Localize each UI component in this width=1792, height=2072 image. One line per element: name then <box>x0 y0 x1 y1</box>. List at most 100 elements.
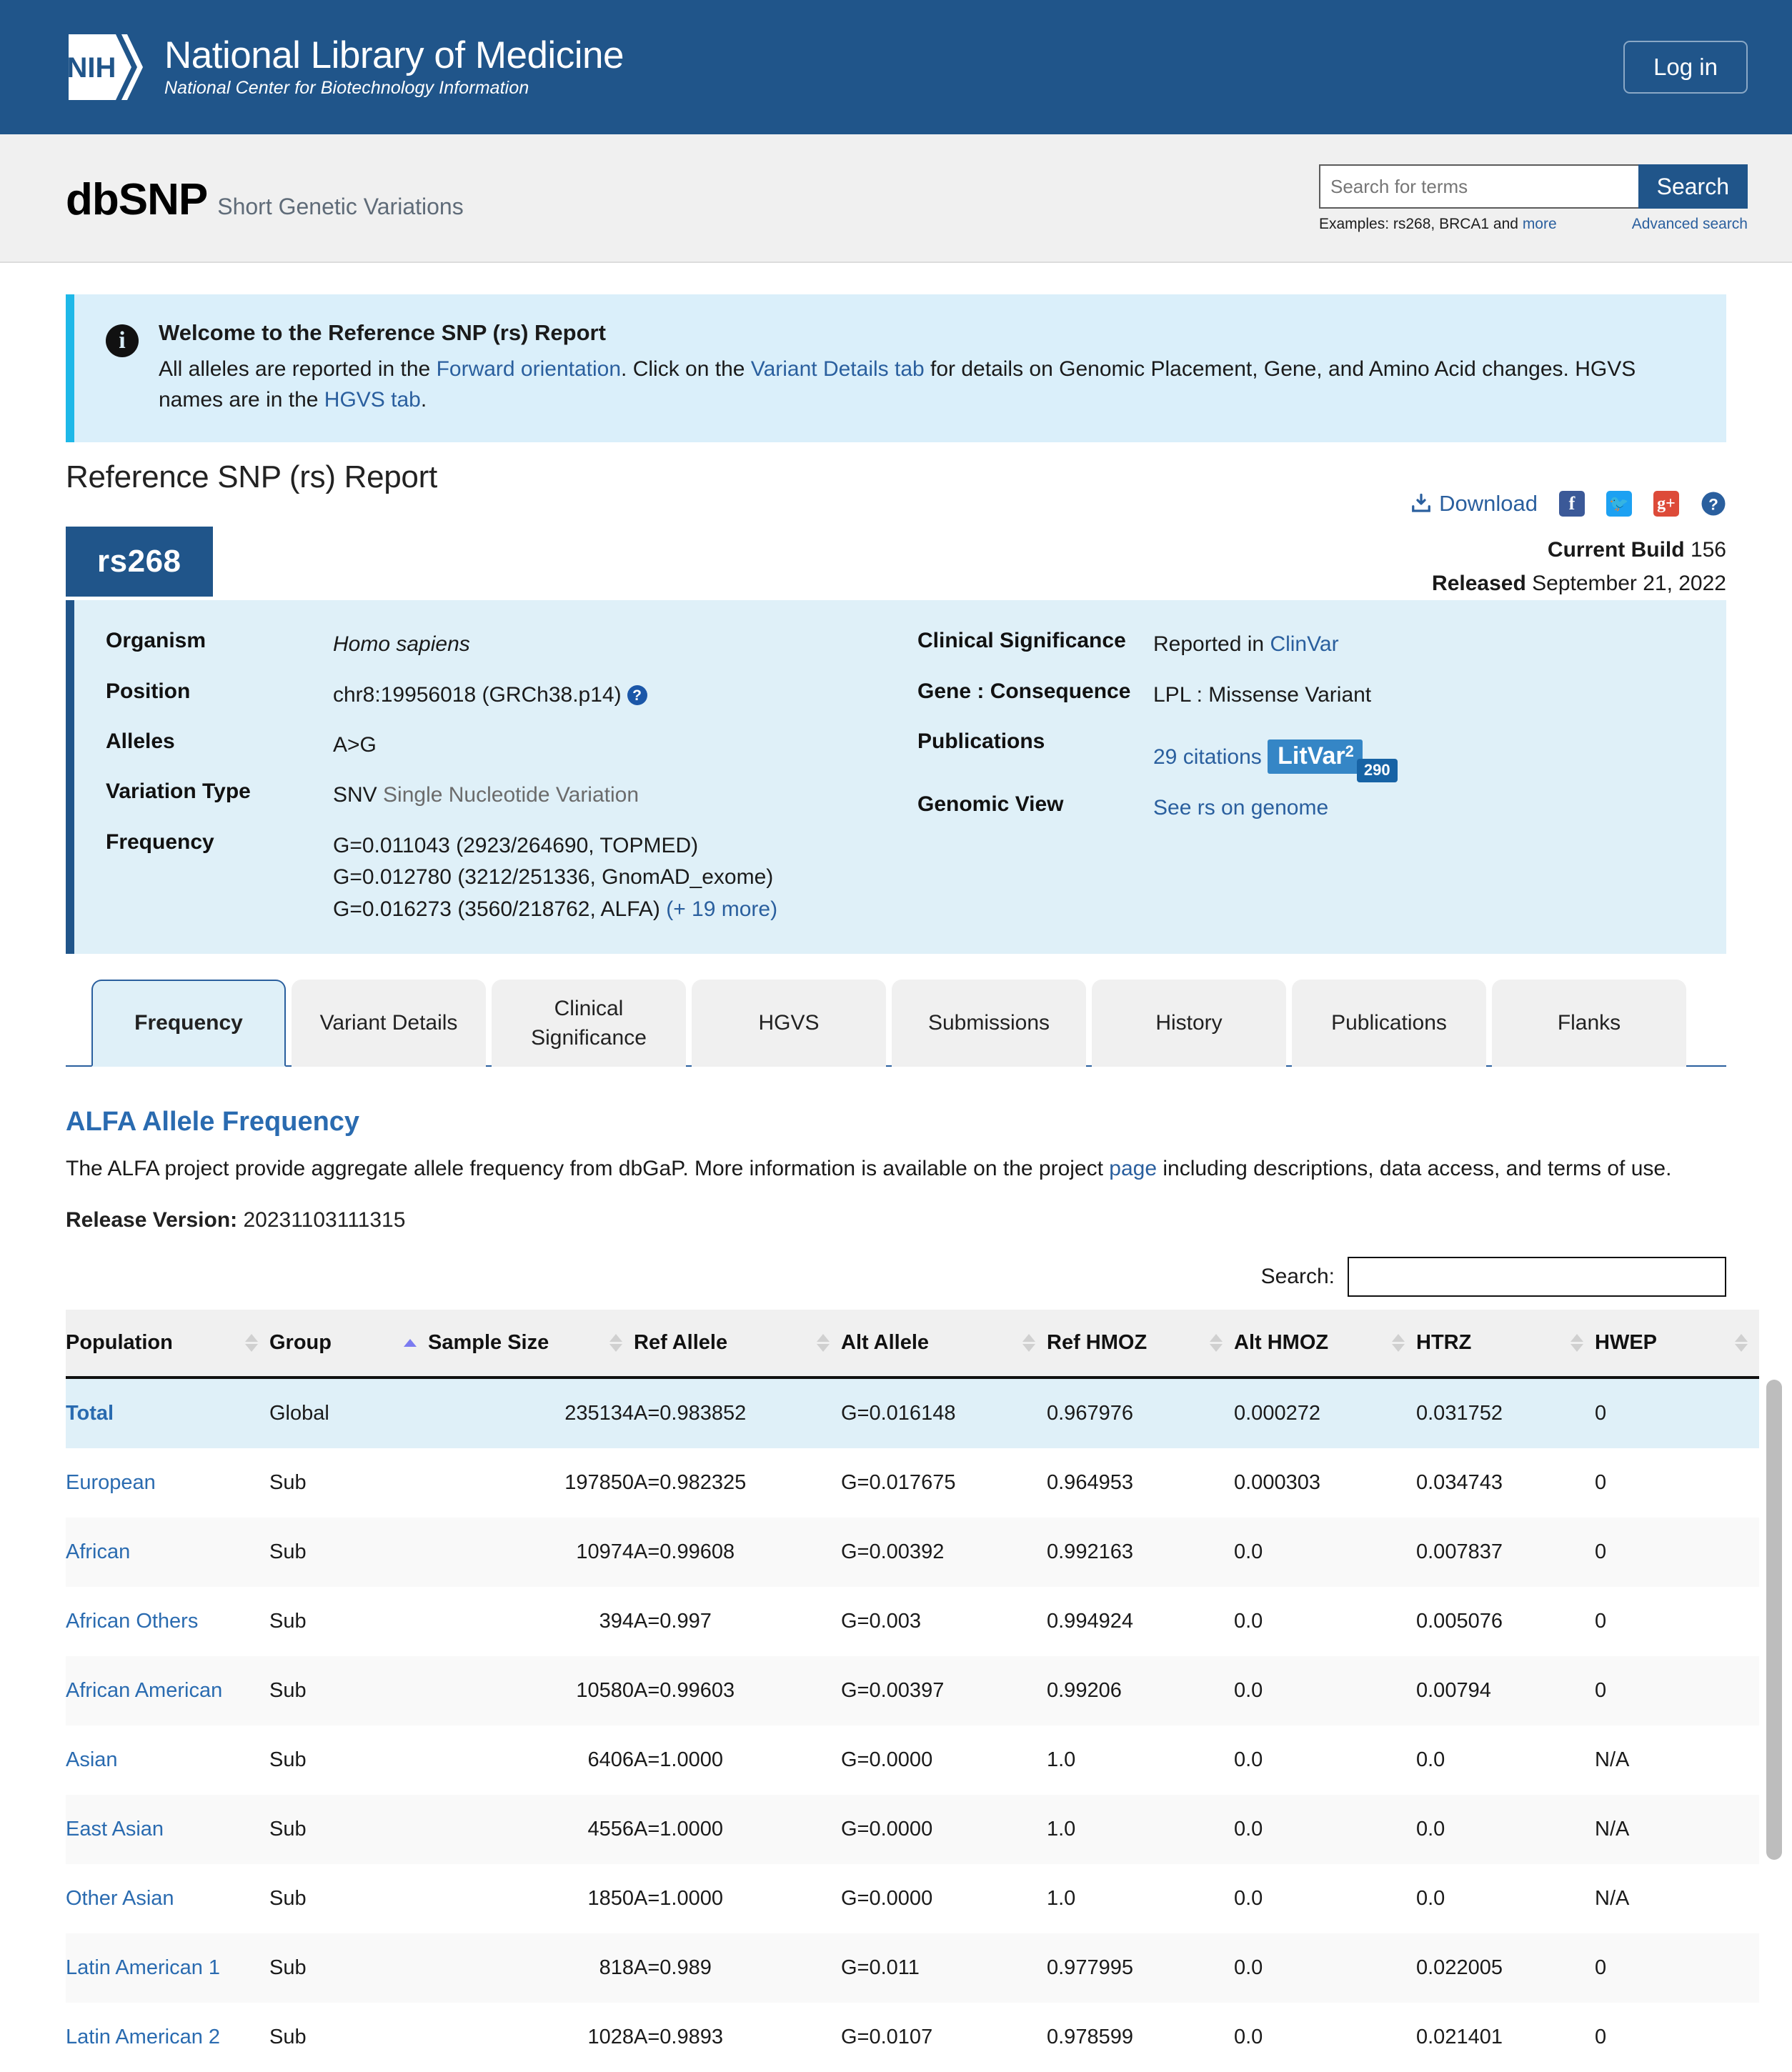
cell-sample-size: 10974 <box>576 1540 634 1564</box>
frequency-label: Frequency <box>106 830 214 854</box>
cell-ref-hmoz: 1.0 <box>1047 1887 1076 1911</box>
sort-icon <box>1571 1334 1583 1353</box>
search-examples-more-link[interactable]: more <box>1523 216 1557 232</box>
tab-flanks[interactable]: Flanks <box>1492 979 1686 1067</box>
search-input[interactable] <box>1319 164 1638 209</box>
citations-link[interactable]: 29 citations <box>1153 745 1262 769</box>
frequency-line-3: G=0.016273 (3560/218762, ALFA) <box>333 897 667 921</box>
cell-population: African Others <box>66 1587 269 1656</box>
litvar-superscript: 2 <box>1345 742 1354 760</box>
col-alt-allele[interactable]: Alt Allele <box>841 1310 1047 1380</box>
cell-population: African <box>66 1518 269 1587</box>
facebook-icon[interactable]: f <box>1559 491 1585 517</box>
cell-alt-allele: G=0.00392 <box>841 1540 945 1564</box>
col-ref-hmoz[interactable]: Ref HMOZ <box>1047 1310 1234 1380</box>
summary-row-gene-consequence: Gene : Consequence LPL : Missense Varian… <box>917 679 1726 711</box>
frequency-more-link[interactable]: (+ 19 more) <box>666 897 777 921</box>
cell-hwep: N/A <box>1595 1887 1630 1911</box>
cell-ref-hmoz: 0.99206 <box>1047 1679 1122 1703</box>
cell-alt-allele: G=0.0000 <box>841 1818 933 1841</box>
cell-population: Asian <box>66 1725 269 1795</box>
col-population[interactable]: Population <box>66 1310 269 1380</box>
population-link[interactable]: Total <box>66 1402 114 1425</box>
litvar-badge[interactable]: LitVar 2 290 <box>1268 739 1398 782</box>
current-build-label: Current Build <box>1547 538 1685 562</box>
cell-hwep: 0 <box>1595 1956 1607 1980</box>
cell-ref-hmoz: 0.978599 <box>1047 2026 1133 2049</box>
variant-details-tab-link[interactable]: Variant Details tab <box>751 357 925 381</box>
population-link[interactable]: European <box>66 1471 156 1494</box>
help-icon[interactable]: ? <box>1701 491 1726 517</box>
nih-brand[interactable]: NIH National Library of Medicine Nationa… <box>66 27 624 107</box>
summary-row-organism: Organism Homo sapiens <box>106 629 917 660</box>
population-link[interactable]: East Asian <box>66 1818 164 1841</box>
download-label: Download <box>1439 491 1538 517</box>
cell-htrz: 0.00794 <box>1416 1679 1491 1703</box>
welcome-banner: i Welcome to the Reference SNP (rs) Repo… <box>66 294 1726 443</box>
dbsnp-logo[interactable]: dbSNP Short Genetic Variations <box>66 164 464 225</box>
tab-hgvs[interactable]: HGVS <box>692 979 886 1067</box>
variation-type-label: Variation Type <box>106 780 251 804</box>
twitter-icon[interactable]: 🐦 <box>1606 491 1632 517</box>
litvar-name: LitVar <box>1278 742 1345 769</box>
summary-row-genomic-view: Genomic View See rs on genome <box>917 792 1726 824</box>
population-link[interactable]: Asian <box>66 1748 118 1771</box>
cell-sample-size: 10580 <box>576 1679 634 1703</box>
variation-type-desc: Single Nucleotide Variation <box>383 783 639 807</box>
cell-population: East Asian <box>66 1795 269 1864</box>
col-ref-allele[interactable]: Ref Allele <box>634 1310 841 1380</box>
population-link[interactable]: Latin American 1 <box>66 1956 220 1979</box>
welcome-text-4: . <box>420 387 427 412</box>
tab-variant-details[interactable]: Variant Details <box>292 979 486 1067</box>
population-link[interactable]: African American <box>66 1679 222 1702</box>
cell-alt-hmoz: 0.0 <box>1234 1540 1263 1564</box>
login-button[interactable]: Log in <box>1623 41 1748 94</box>
advanced-search-link[interactable]: Advanced search <box>1632 216 1748 233</box>
cell-ref-allele: A=1.0000 <box>634 1748 723 1772</box>
table-search-input[interactable] <box>1348 1257 1726 1298</box>
cell-hwep: 0 <box>1595 1471 1607 1495</box>
google-plus-icon[interactable]: g+ <box>1653 491 1679 517</box>
col-sample-size[interactable]: Sample Size <box>428 1310 634 1380</box>
see-rs-on-genome-link[interactable]: See rs on genome <box>1153 796 1328 820</box>
alleles-label: Alleles <box>106 729 175 753</box>
alfa-project-page-link[interactable]: page <box>1109 1157 1157 1180</box>
nih-title: National Library of Medicine <box>164 34 624 76</box>
table-row: Total Global 235134 A=0.983852 G=0.016148 0.9… <box>66 1378 1759 1449</box>
forward-orientation-link[interactable]: Forward orientation <box>437 357 621 381</box>
cell-alt-hmoz: 0.0 <box>1234 1818 1263 1841</box>
summary-row-alleles: Alleles A>G <box>106 729 917 761</box>
population-link[interactable]: Other Asian <box>66 1887 174 1910</box>
population-link[interactable]: Latin American 2 <box>66 2026 220 2048</box>
table-scrollbar-thumb[interactable] <box>1766 1380 1782 1861</box>
tab-history[interactable]: History <box>1092 979 1286 1067</box>
col-group[interactable]: Group <box>269 1310 428 1380</box>
population-link[interactable]: African Others <box>66 1610 198 1633</box>
nih-subtitle: National Center for Biotechnology Inform… <box>164 78 529 99</box>
cell-alt-allele: G=0.0000 <box>841 1887 933 1911</box>
table-search: Search: <box>66 1257 1726 1298</box>
table-row: African Others Sub 394 A=0.997 G=0.003 0.9949… <box>66 1587 1759 1657</box>
col-hwep[interactable]: HWEP <box>1595 1310 1759 1380</box>
tab-publications[interactable]: Publications <box>1292 979 1486 1067</box>
download-button[interactable]: Download <box>1410 491 1538 517</box>
population-link[interactable]: African <box>66 1540 130 1563</box>
tab-submissions[interactable]: Submissions <box>892 979 1086 1067</box>
cell-htrz: 0.005076 <box>1416 1610 1503 1633</box>
col-htrz[interactable]: HTRZ <box>1416 1310 1595 1380</box>
clinvar-link[interactable]: ClinVar <box>1270 632 1338 656</box>
dbsnp-header-bar: dbSNP Short Genetic Variations Search Ex… <box>0 134 1792 263</box>
col-alt-hmoz[interactable]: Alt HMOZ <box>1234 1310 1416 1380</box>
search-button[interactable]: Search <box>1638 164 1748 209</box>
released-label: Released <box>1432 571 1526 595</box>
release-version-label: Release Version: <box>66 1208 238 1232</box>
tab-frequency[interactable]: Frequency <box>91 979 286 1067</box>
position-help-icon[interactable]: ? <box>627 685 647 706</box>
nih-logo-icon[interactable]: NIH <box>66 27 144 107</box>
table-row: Latin American 2 Sub 1028 A=0.9893 G=0.0107 0… <box>66 2003 1759 2072</box>
tab-clinical-significance[interactable]: Clinical Significance <box>492 979 686 1067</box>
cell-ref-allele: A=0.989 <box>634 1956 712 1980</box>
hgvs-tab-link[interactable]: HGVS tab <box>324 388 421 412</box>
cell-hwep: N/A <box>1595 1748 1630 1772</box>
position-value: chr8:19956018 (GRCh38.p14) <box>333 682 622 707</box>
